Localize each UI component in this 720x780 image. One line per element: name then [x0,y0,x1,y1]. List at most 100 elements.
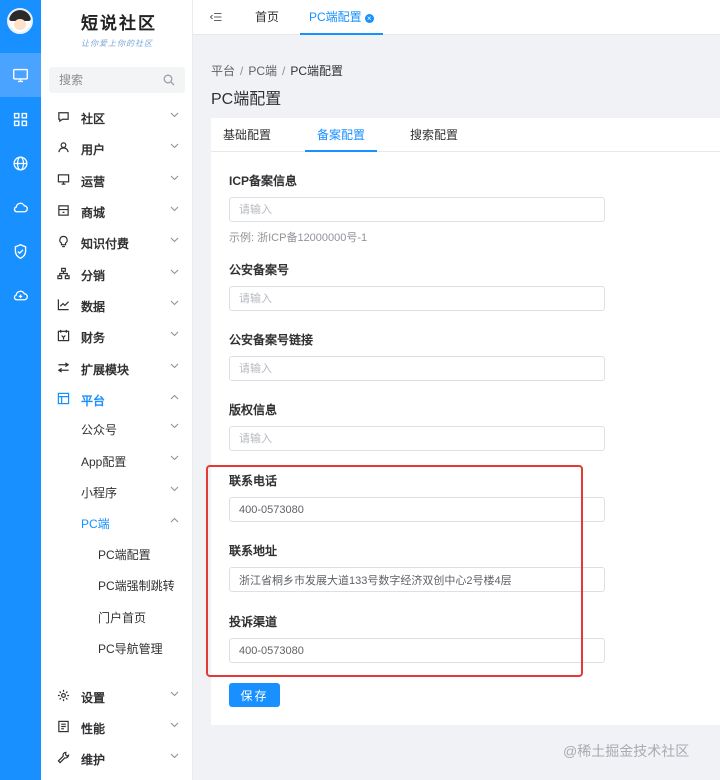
breadcrumb-separator: / [240,64,244,78]
menu-item-maintenance[interactable]: 维护 [41,742,193,773]
content-tabs: 基础配置 备案配置 搜索配置 [211,118,720,152]
extend-icon [57,362,70,373]
menu-item-app-config[interactable]: App配置 [41,444,193,475]
menu-item-settings[interactable]: 设置 [41,680,193,711]
menu-item-label: 门户首页 [98,611,147,625]
search-icon[interactable] [163,74,175,86]
chevron-down-icon [170,722,179,728]
page-title: PC端配置 [211,91,282,108]
tab-home[interactable]: 首页 [255,0,279,35]
menu-item-label: 分销 [81,269,106,283]
user-icon [58,142,69,153]
chevron-down-icon [170,486,179,492]
chevron-down-icon [170,269,179,275]
rail-cloud-sync-icon[interactable] [0,273,41,317]
wrench-icon [57,751,70,764]
menu-item-mini-program[interactable]: 小程序 [41,475,193,506]
tab-label: 搜索配置 [410,128,459,142]
menu-item-finance[interactable]: 财务 [41,320,193,351]
chart-line-icon [57,299,70,311]
menu-item-label: 运营 [81,175,106,189]
close-icon[interactable]: × [364,14,374,23]
chevron-down-icon [170,112,179,118]
menu-item-label: 性能 [81,722,106,736]
menu-item-label: 商城 [81,206,106,220]
chevron-down-icon [170,237,179,243]
breadcrumb-item[interactable]: PC端 [248,64,277,78]
chat-icon [58,112,69,123]
menu-item-label: 平台 [81,394,106,408]
rail-shield-check-icon[interactable] [0,229,41,273]
chevron-down-icon [170,331,179,337]
save-button[interactable]: 保存 [229,683,280,707]
logo-title: 短说社区 [81,14,157,34]
menu-item-label: App配置 [81,455,127,469]
menu-item-knowledge[interactable]: 知识付费 [41,226,193,257]
gear-icon [57,689,70,702]
menu-item-extensions[interactable]: 扩展模块 [41,352,193,383]
menu-item-label: PC导航管理 [98,642,163,656]
tab-filing-config[interactable]: 备案配置 [305,118,378,152]
menu-search [49,67,185,93]
menu-fold-icon[interactable] [210,12,222,22]
rail-grid-icon[interactable] [0,97,41,141]
menu-item-pc-redirect[interactable]: PC端强制跳转 [41,568,193,599]
menu-item-platform[interactable]: 平台 [41,383,193,414]
menu-item-shop[interactable]: 商城 [41,195,193,226]
menu-item-community[interactable]: 社区 [41,101,193,132]
breadcrumb-separator: / [282,64,286,78]
menu-item-label: 数据 [81,300,106,314]
menu-item-label: 财务 [81,331,106,345]
menu-item-performance[interactable]: 性能 [41,711,193,742]
icp-label: ICP备案信息 [229,174,298,188]
rail-cloud-icon[interactable] [0,185,41,229]
chevron-down-icon [170,753,179,759]
tab-bar: 首页 PC端配置 × [193,0,720,35]
tab-label: 基础配置 [223,128,272,142]
avatar[interactable] [7,8,33,34]
menu-item-label: 小程序 [81,486,118,500]
police-link-input[interactable] [229,356,605,381]
menu-item-label: 设置 [81,691,106,705]
breadcrumb-current: PC端配置 [290,64,344,78]
platform-icon [57,392,70,405]
highlight-box [206,465,583,677]
chevron-down-icon [170,455,179,461]
menu-item-pc[interactable]: PC端 [41,506,193,537]
menu-item-label: 维护 [81,753,106,767]
chevron-down-icon [170,691,179,697]
police-filing-input[interactable] [229,286,605,311]
tab-label: 首页 [255,10,280,24]
rail-globe-icon[interactable] [0,141,41,185]
chevron-down-icon [170,206,179,212]
chevron-down-icon [170,143,179,149]
police-link-label: 公安备案号链接 [229,333,314,347]
menu-item-pc-config[interactable]: PC端配置 [41,537,193,568]
logo-subtitle: 让你爱上你的社区 [81,39,153,48]
copyright-input[interactable] [229,426,605,451]
menu-item-pc-nav[interactable]: PC导航管理 [41,631,193,662]
app-rail [0,0,41,780]
tab-pc-config[interactable]: PC端配置 × [300,0,383,35]
police-filing-label: 公安备案号 [229,263,290,277]
menu-item-label: 社区 [81,112,106,126]
menu-item-official-account[interactable]: 公众号 [41,412,193,443]
menu-item-portal-home[interactable]: 门户首页 [41,600,193,631]
side-menu: 短说社区 让你爱上你的社区 社区 用户 运营 商城 知识付费 分销 数据 [41,0,193,780]
menu-item-data[interactable]: 数据 [41,289,193,320]
tab-search-config[interactable]: 搜索配置 [410,118,458,152]
breadcrumb-item[interactable]: 平台 [211,64,235,78]
icp-hint: 示例: 浙ICP备12000000号-1 [229,232,368,244]
menu-item-label: 扩展模块 [81,363,130,377]
menu-item-distribution[interactable]: 分销 [41,258,193,289]
menu-item-users[interactable]: 用户 [41,132,193,163]
menu-item-label: 用户 [81,143,106,157]
menu-item-label: 公众号 [81,423,118,437]
app-logo: 短说社区 让你爱上你的社区 [81,9,161,49]
rail-monitor-icon[interactable] [0,53,41,97]
icp-input[interactable] [229,197,605,222]
tab-basic-config[interactable]: 基础配置 [223,118,271,152]
menu-item-label: 知识付费 [81,237,130,251]
menu-item-operations[interactable]: 运营 [41,164,193,195]
tab-label: 备案配置 [317,128,366,142]
